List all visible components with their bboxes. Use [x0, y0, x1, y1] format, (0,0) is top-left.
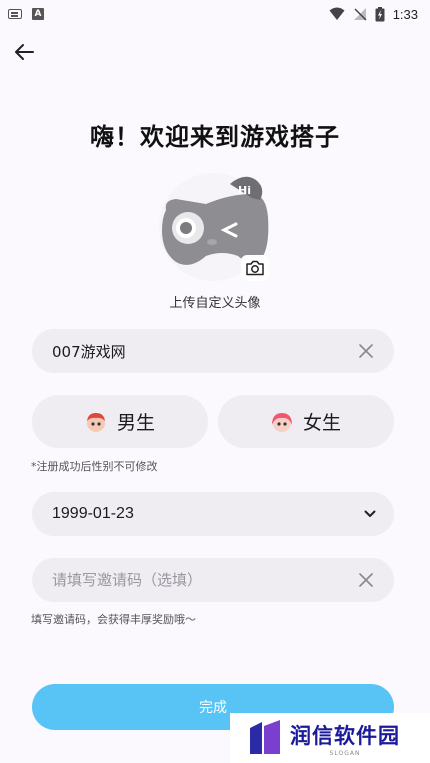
camera-button[interactable]	[241, 255, 269, 281]
battery-charging-icon	[375, 6, 385, 21]
camera-icon	[246, 260, 264, 276]
nickname-field[interactable]	[32, 329, 394, 373]
upload-avatar-label[interactable]: 上传自定义头像	[0, 292, 430, 311]
status-time: 1:33	[392, 6, 418, 22]
watermark: 润信软件园 SLOGAN	[230, 713, 430, 763]
signal-off-icon	[353, 8, 367, 21]
close-icon	[359, 344, 373, 358]
back-button[interactable]	[10, 38, 38, 66]
done-label: 完成	[199, 700, 227, 716]
gender-hint: *注册成功后性别不可修改	[31, 460, 158, 473]
male-label: 男生	[116, 412, 155, 434]
watermark-logo-icon	[250, 720, 280, 754]
a-icon: A	[32, 8, 44, 20]
svg-text:Hi: Hi	[238, 184, 251, 197]
keyboard-icon	[8, 9, 22, 19]
gender-male-button[interactable]: 男生	[32, 395, 208, 448]
nickname-input[interactable]	[52, 342, 342, 360]
wifi-icon	[329, 7, 345, 20]
close-icon	[359, 573, 373, 587]
birthday-select[interactable]: 1999-01-23	[32, 492, 394, 536]
watermark-subtitle: SLOGAN	[329, 749, 361, 757]
arrow-left-icon	[15, 44, 34, 60]
birthday-value: 1999-01-23	[52, 505, 134, 522]
gender-female-button[interactable]: 女生	[218, 395, 394, 448]
invite-code-input[interactable]	[52, 571, 342, 589]
watermark-title: 润信软件园	[290, 723, 400, 748]
nickname-clear-button[interactable]	[356, 341, 376, 361]
invite-clear-button[interactable]	[356, 570, 376, 590]
invite-code-field[interactable]	[32, 558, 394, 602]
invite-hint: 填写邀请码，会获得丰厚奖励哦～	[31, 613, 196, 626]
chevron-down-icon	[364, 510, 376, 517]
female-avatar-icon	[271, 412, 292, 432]
male-avatar-icon	[86, 412, 105, 432]
female-label: 女生	[302, 412, 341, 434]
page-title: 嗨！欢迎来到游戏搭子	[90, 123, 340, 151]
status-bar: A 1:33	[0, 0, 430, 28]
